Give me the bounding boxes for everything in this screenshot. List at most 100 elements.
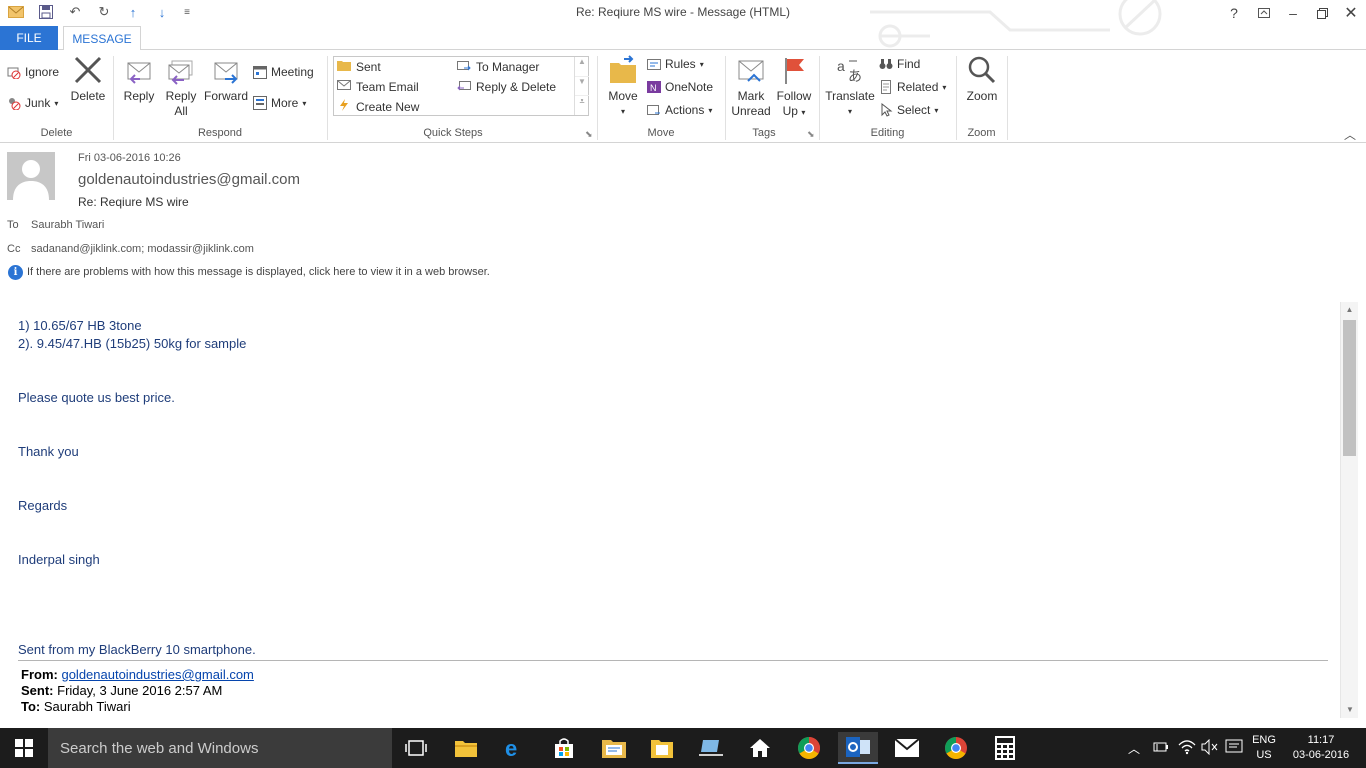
dialog-launcher-icon[interactable]: ⬊	[807, 129, 815, 140]
notifications-icon[interactable]	[1225, 739, 1243, 758]
wifi-icon[interactable]	[1178, 739, 1196, 758]
info-bar-link[interactable]: If there are problems with how this mess…	[27, 266, 490, 278]
volume-muted-icon[interactable]	[1201, 738, 1219, 758]
scroll-up-icon[interactable]: ▲	[575, 57, 589, 76]
translate-label: Translate	[825, 89, 875, 103]
message-body: 1) 10.65/67 HB 3tone 2). 9.45/47.HB (15b…	[0, 300, 1340, 718]
ribbon-display-options-icon[interactable]	[1250, 2, 1278, 24]
forward-from-label: From:	[21, 667, 58, 682]
scroll-down-icon[interactable]: ▼	[575, 76, 589, 95]
mark-unread-button[interactable]: Mark Unread	[729, 54, 773, 119]
delete-button[interactable]: Delete	[68, 54, 108, 104]
minimize-icon[interactable]: –	[1279, 2, 1307, 24]
home-icon[interactable]	[740, 732, 780, 764]
chevron-down-icon: ▾	[801, 108, 806, 117]
task-view-icon[interactable]	[396, 732, 436, 764]
clock[interactable]: 11:17 03-06-2016	[1288, 733, 1354, 763]
chevron-down-icon: ▾	[934, 105, 939, 115]
find-button[interactable]: Find	[879, 55, 920, 73]
body-line: Regards	[18, 498, 68, 513]
quick-step-label: Sent	[356, 59, 381, 74]
files-folder-icon[interactable]	[594, 732, 634, 764]
edge-browser-icon[interactable]: e	[495, 732, 535, 764]
tab-message[interactable]: MESSAGE	[63, 26, 141, 51]
mail-app-icon[interactable]	[887, 732, 927, 764]
chevron-down-icon: ▾	[302, 98, 307, 108]
reply-all-button[interactable]: Reply All	[160, 54, 202, 119]
to-recipient[interactable]: Saurabh Tiwari	[31, 219, 104, 231]
onenote-button[interactable]: N OneNote	[647, 78, 713, 96]
group-label-zoom: Zoom	[967, 127, 996, 139]
dialog-launcher-icon[interactable]: ⬊	[585, 129, 593, 140]
app-pin-icon[interactable]	[691, 732, 731, 764]
mark-unread-icon	[735, 54, 767, 86]
quick-step-create-new[interactable]: Create New	[337, 99, 419, 114]
tab-file[interactable]: FILE	[0, 26, 58, 50]
ignore-button[interactable]: Ignore	[7, 63, 59, 81]
move-button[interactable]: Move ▾	[603, 54, 643, 119]
collapse-ribbon-icon[interactable]: ︿	[1344, 126, 1356, 143]
show-hidden-icons-icon[interactable]: ︿	[1128, 740, 1140, 757]
quick-step-to-manager[interactable]: To Manager	[457, 59, 539, 74]
more-label: More	[271, 96, 299, 110]
related-button[interactable]: Related ▾	[879, 78, 946, 96]
junk-icon	[7, 96, 21, 110]
envelope-icon	[337, 79, 351, 94]
taskbar-search-box[interactable]: Search the web and Windows	[48, 728, 392, 768]
svg-text:e: e	[505, 737, 517, 759]
junk-button[interactable]: Junk ▾	[7, 94, 58, 112]
close-icon[interactable]: ✕	[1337, 2, 1365, 24]
quick-step-sent[interactable]: Sent	[337, 59, 381, 74]
help-icon[interactable]: ?	[1220, 2, 1248, 24]
windows-start-icon[interactable]	[4, 732, 44, 764]
reply-button[interactable]: Reply	[119, 54, 159, 104]
translate-button[interactable]: aあ Translate ▾	[823, 54, 877, 119]
zoom-button[interactable]: Zoom	[961, 54, 1003, 104]
sender-address[interactable]: goldenautoindustries@gmail.com	[78, 171, 300, 188]
quick-step-label: To Manager	[476, 59, 540, 74]
cc-recipients[interactable]: sadanand@jiklink.com; modassir@jiklink.c…	[31, 243, 254, 255]
body-line: 2). 9.45/47.HB (15b25) 50kg for sample	[18, 336, 247, 351]
forward-from-link[interactable]: goldenautoindustries@gmail.com	[61, 667, 253, 682]
forward-divider	[18, 660, 1328, 661]
forward-button[interactable]: Forward	[203, 54, 249, 104]
language-indicator[interactable]: ENG US	[1252, 733, 1276, 763]
title-bar: ↶ ↻ ↑ ↓ ≡ Re: Reqiure MS wire - Message …	[0, 0, 1366, 48]
select-button[interactable]: Select ▾	[879, 101, 938, 119]
actions-button[interactable]: Actions ▾	[647, 101, 712, 119]
store-icon[interactable]	[544, 732, 584, 764]
chrome-icon[interactable]	[789, 732, 829, 764]
battery-icon[interactable]	[1153, 740, 1169, 757]
folder-icon[interactable]	[642, 732, 682, 764]
file-explorer-icon[interactable]	[446, 732, 486, 764]
to-label: To	[7, 219, 19, 231]
more-icon	[253, 96, 267, 110]
expand-gallery-icon[interactable]: ⩡	[575, 95, 589, 114]
more-button[interactable]: More ▾	[253, 94, 306, 112]
quick-step-team-email[interactable]: Team Email	[337, 79, 419, 94]
calculator-icon[interactable]	[985, 732, 1025, 764]
forward-sent-label: Sent:	[21, 683, 54, 698]
chevron-down-icon: ▾	[847, 107, 852, 116]
reply-all-label-line1: Reply	[165, 89, 197, 103]
forward-to-value: Saurabh Tiwari	[43, 699, 131, 714]
delete-icon	[72, 54, 104, 86]
find-label: Find	[897, 57, 921, 71]
follow-up-button[interactable]: Follow Up ▾	[773, 54, 815, 120]
outlook-icon[interactable]	[838, 732, 878, 764]
ribbon-tabs: FILE MESSAGE	[0, 26, 1366, 51]
quick-steps-scroller[interactable]: ▲ ▼ ⩡	[574, 57, 589, 115]
quick-step-reply-delete[interactable]: Reply & Delete	[457, 79, 556, 94]
scroll-up-icon[interactable]: ▲	[1341, 302, 1358, 318]
meeting-button[interactable]: Meeting	[253, 63, 314, 81]
rules-label: Rules	[665, 57, 696, 71]
forward-sent-value: Friday, 3 June 2016 2:57 AM	[57, 683, 223, 698]
vertical-scrollbar[interactable]: ▲ ▼	[1340, 302, 1358, 718]
rules-button[interactable]: Rules ▾	[647, 55, 704, 73]
scroll-down-icon[interactable]: ▼	[1341, 702, 1359, 718]
chrome-icon[interactable]	[936, 732, 976, 764]
scrollbar-thumb[interactable]	[1343, 320, 1356, 456]
restore-icon[interactable]	[1308, 2, 1336, 24]
move-folder-icon	[607, 54, 639, 86]
signature-name: Inderpal singh	[18, 552, 100, 567]
